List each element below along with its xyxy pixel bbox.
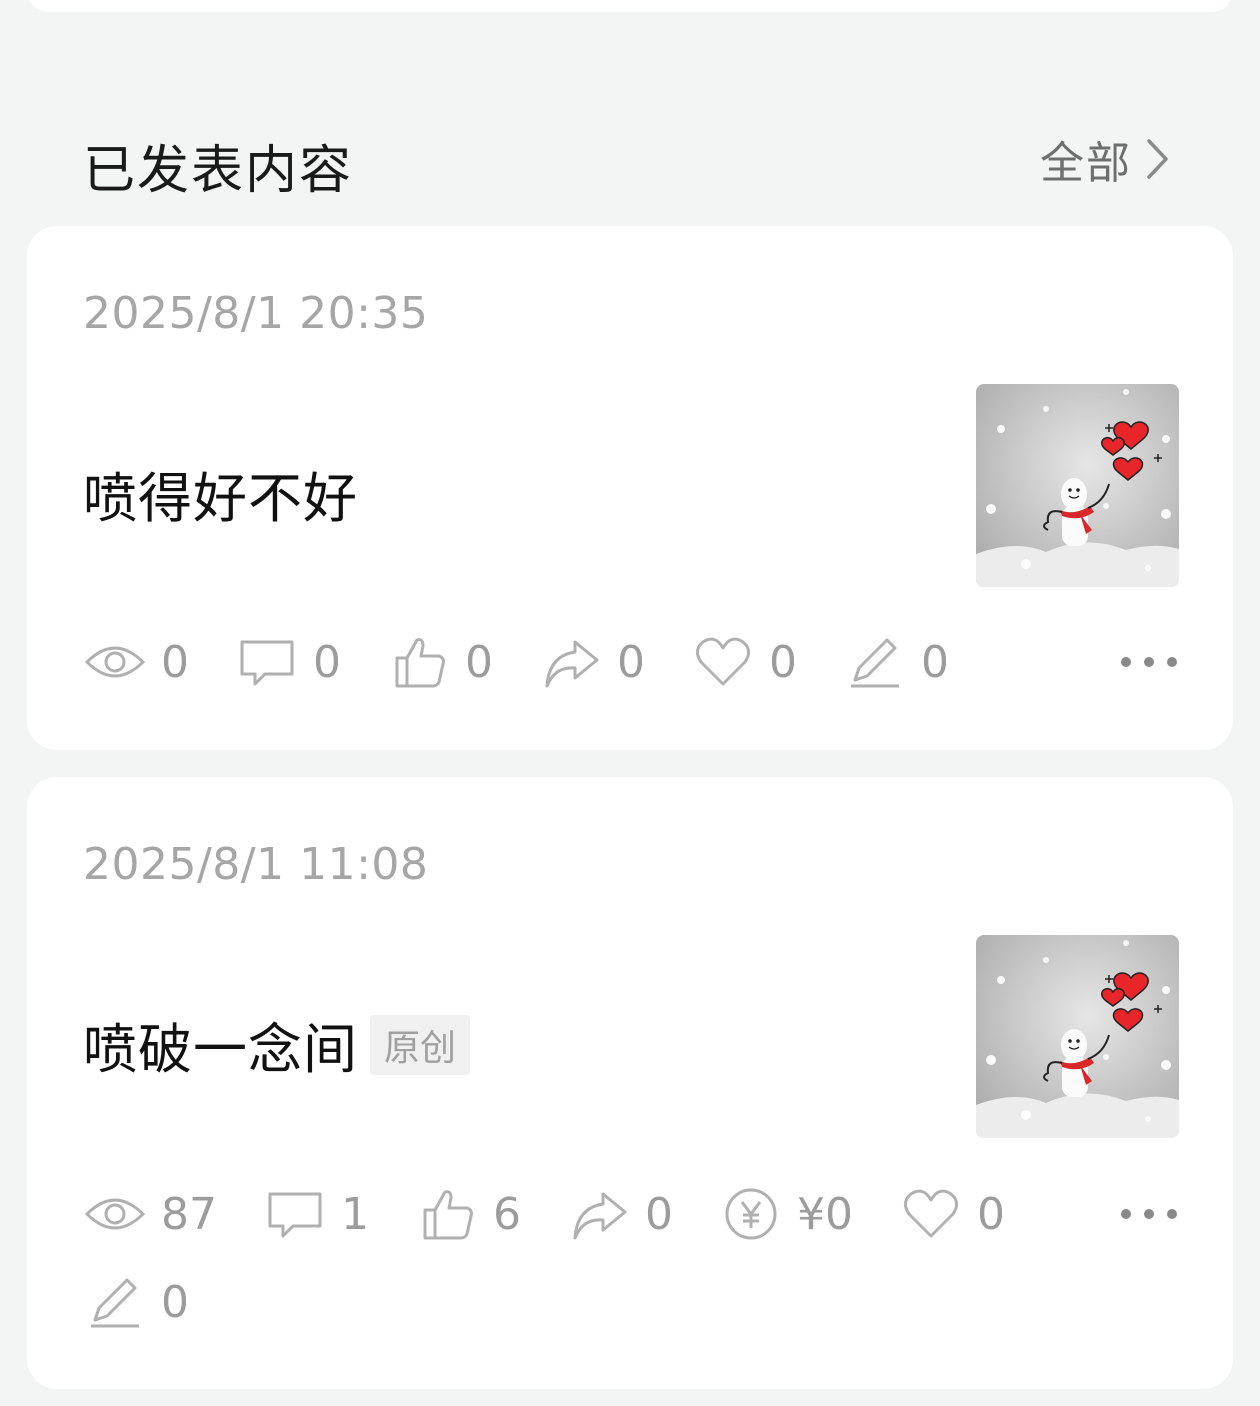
- heart-icon: [904, 1189, 958, 1238]
- share-icon: [573, 1192, 627, 1240]
- earnings-stat[interactable]: ¥0: [719, 1186, 853, 1242]
- pen-icon: [851, 638, 899, 688]
- post-stats-row-2: 0: [83, 1272, 235, 1332]
- likes-count: 6: [493, 1188, 521, 1240]
- more-dot-icon: [1167, 657, 1177, 667]
- post-title-row: 喷得好不好: [83, 454, 358, 533]
- more-dot-icon: [1144, 1209, 1154, 1219]
- more-dot-icon: [1121, 1209, 1131, 1219]
- post-title[interactable]: 喷破一念间: [83, 1005, 358, 1084]
- shares-count: 0: [617, 636, 645, 688]
- section-title: 已发表内容: [83, 141, 354, 201]
- favorites-count: 0: [769, 636, 797, 688]
- post-card[interactable]: 2025/8/1 11:08 喷破一念间 原创 87 1 6 0 ¥0 0 0: [27, 777, 1233, 1389]
- yuan-coin-icon: [725, 1188, 777, 1240]
- share-icon: [545, 640, 599, 688]
- thumbs-up-icon: [395, 638, 445, 688]
- favorites-stat[interactable]: 0: [899, 1186, 1005, 1242]
- views-stat[interactable]: 0: [83, 634, 189, 690]
- previous-card: [27, 0, 1233, 12]
- comments-stat[interactable]: 1: [263, 1186, 369, 1242]
- likes-count: 0: [465, 636, 493, 688]
- view-all-link[interactable]: 全部: [1040, 134, 1172, 189]
- more-options-button[interactable]: [1121, 1194, 1177, 1234]
- view-all-label: 全部: [1040, 138, 1132, 189]
- snowman-hearts-image: [976, 935, 1179, 1138]
- edits-stat[interactable]: 0: [843, 634, 949, 690]
- comments-count: 0: [313, 636, 341, 688]
- pen-icon: [91, 1278, 139, 1328]
- original-tag: 原创: [370, 1014, 471, 1075]
- edits-count: 0: [921, 636, 949, 688]
- eye-icon: [84, 1198, 146, 1230]
- comments-stat[interactable]: 0: [235, 634, 341, 690]
- post-stats: 0 0 0 0 0 0: [83, 632, 995, 692]
- views-stat[interactable]: 87: [83, 1186, 217, 1242]
- more-dot-icon: [1144, 657, 1154, 667]
- edits-stat[interactable]: 0: [83, 1274, 189, 1330]
- post-thumbnail[interactable]: [976, 384, 1179, 587]
- post-stats: 87 1 6 0 ¥0 0: [83, 1184, 1051, 1244]
- comment-icon: [240, 640, 294, 686]
- earnings-amount: ¥0: [797, 1188, 853, 1240]
- heart-icon: [696, 637, 750, 686]
- post-title[interactable]: 喷得好不好: [83, 454, 358, 533]
- comments-count: 1: [341, 1188, 369, 1240]
- thumbs-up-icon: [423, 1190, 473, 1240]
- chevron-right-icon: [1147, 139, 1168, 179]
- published-content-header: 已发表内容 全部: [0, 120, 1260, 201]
- more-dot-icon: [1167, 1209, 1177, 1219]
- post-title-row: 喷破一念间 原创: [83, 1005, 471, 1084]
- favorites-count: 0: [977, 1188, 1005, 1240]
- eye-icon: [84, 646, 146, 678]
- shares-count: 0: [645, 1188, 673, 1240]
- comment-icon: [268, 1192, 322, 1238]
- post-date: 2025/8/1 11:08: [83, 839, 429, 890]
- shares-stat[interactable]: 0: [539, 634, 645, 690]
- views-count: 87: [161, 1188, 217, 1240]
- more-dot-icon: [1121, 657, 1131, 667]
- likes-stat[interactable]: 0: [387, 634, 493, 690]
- snowman-hearts-image: [976, 384, 1179, 587]
- post-date: 2025/8/1 20:35: [83, 288, 429, 339]
- edits-count: 0: [161, 1276, 189, 1328]
- post-card[interactable]: 2025/8/1 20:35 喷得好不好 0 0 0 0 0 0: [27, 226, 1233, 750]
- favorites-stat[interactable]: 0: [691, 634, 797, 690]
- shares-stat[interactable]: 0: [567, 1186, 673, 1242]
- likes-stat[interactable]: 6: [415, 1186, 521, 1242]
- more-options-button[interactable]: [1121, 642, 1177, 682]
- views-count: 0: [161, 636, 189, 688]
- post-thumbnail[interactable]: [976, 935, 1179, 1138]
